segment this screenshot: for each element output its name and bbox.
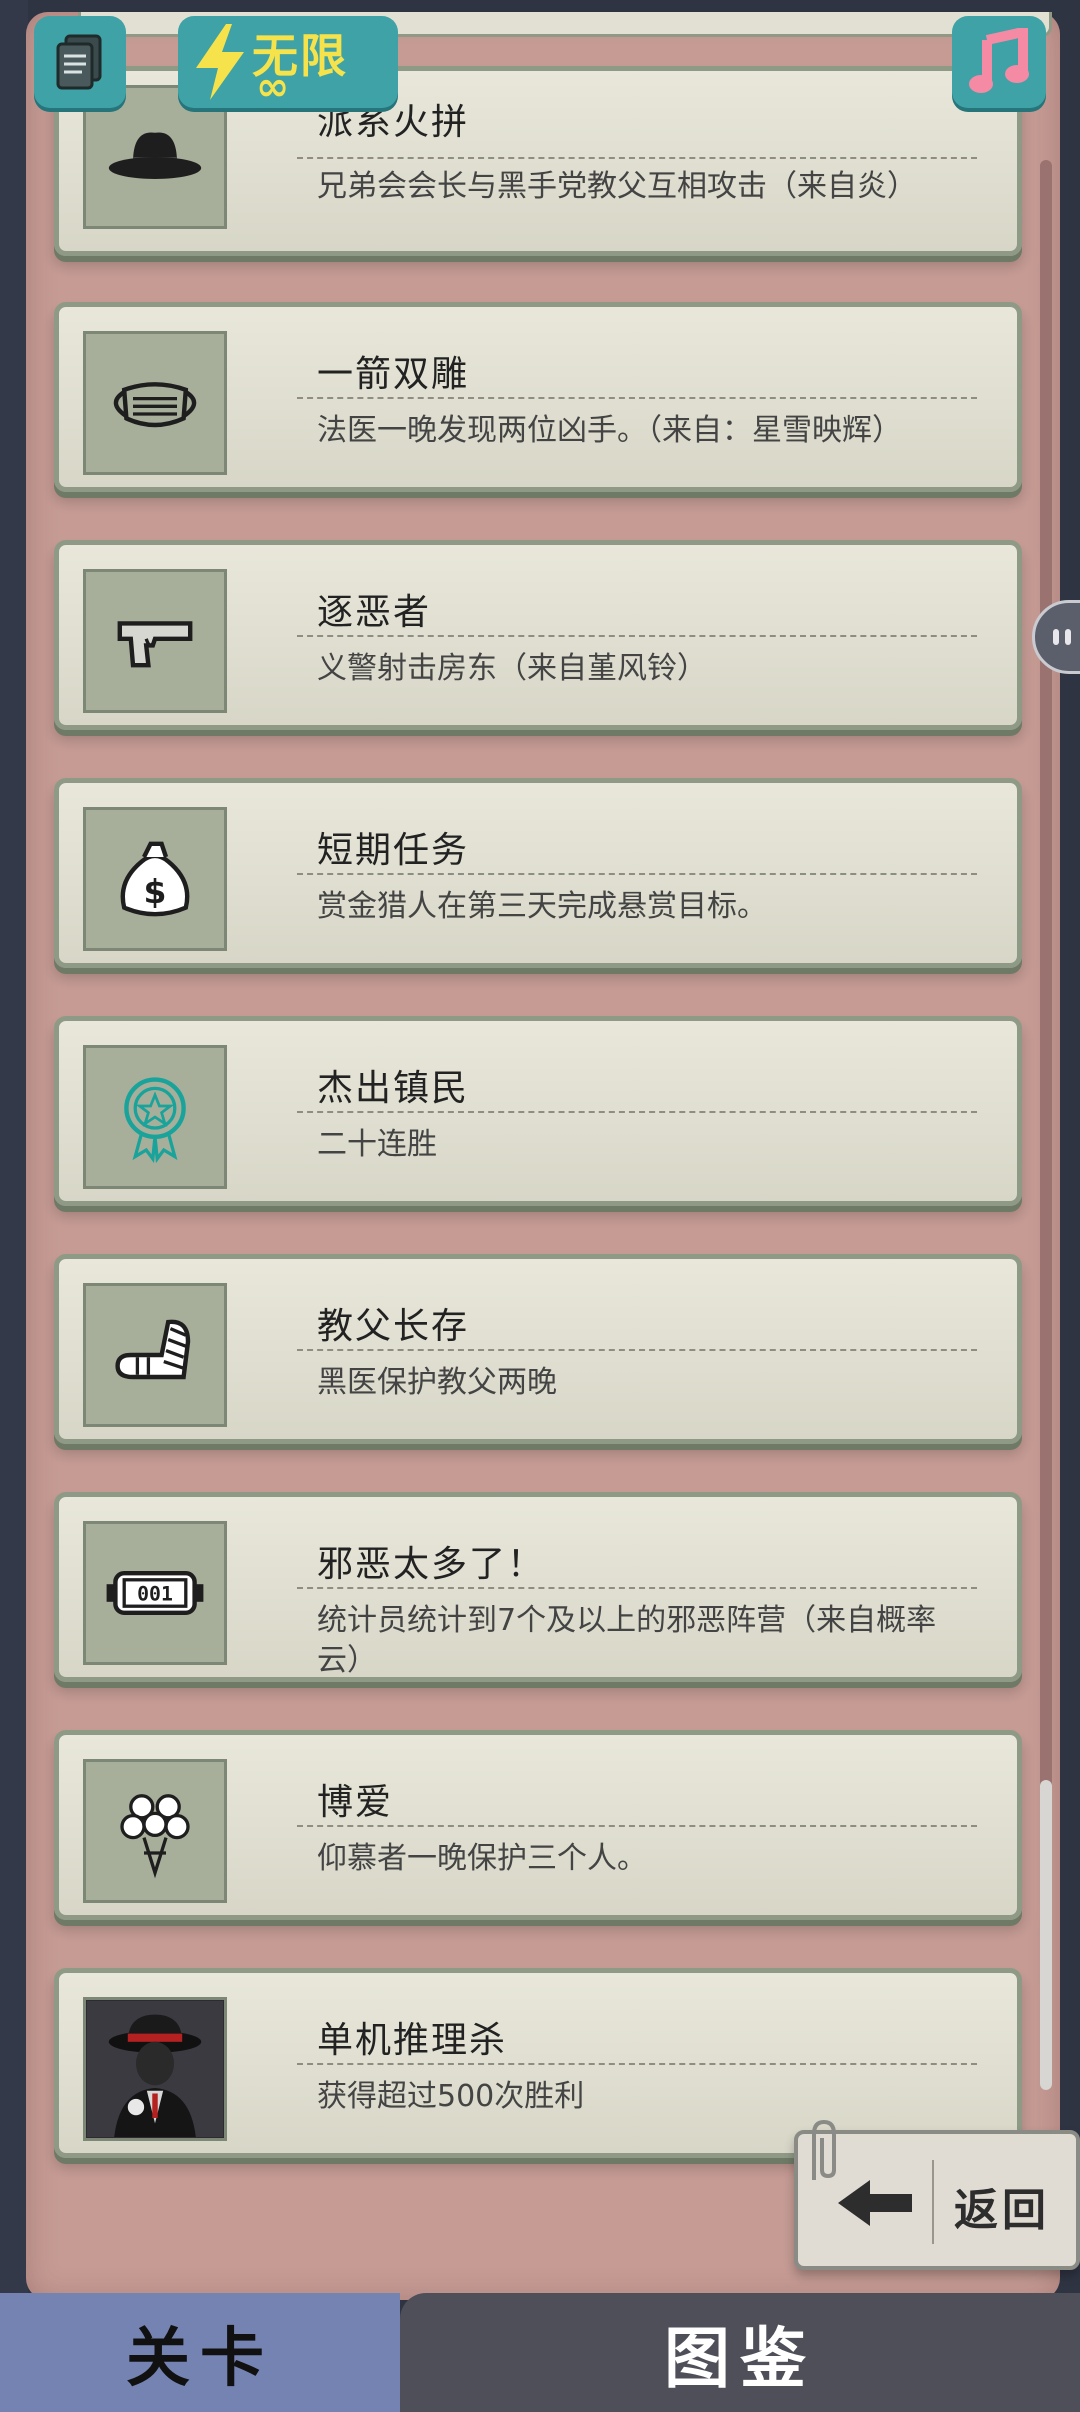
energy-button[interactable]: 无限 ∞ [178,16,398,110]
icon-frame [83,1283,227,1427]
mask-icon [113,382,197,428]
achievement-title: 教父长存 [317,1306,470,1347]
tab-collection[interactable]: 图鉴 [400,2293,1080,2412]
achievement-description: 兄弟会会长与黑手党教父互相攻击（来自炎） [317,169,917,204]
document-icon [56,34,102,90]
achievement-title: 短期任务 [317,830,470,871]
achievement-description: 黑医保护教父两晚 [317,1365,557,1400]
achievement-card: 一箭双雕 法医一晚发现两位凶手。（来自：星雪映辉） [54,302,1022,492]
divider [297,1825,977,1827]
achievement-description: 获得超过500次胜利 [317,2079,585,2114]
achievement-description: 仰慕者一晚保护三个人。 [317,1841,647,1876]
achievement-description: 统计员统计到7个及以上的邪恶阵营（来自概率云） [317,1603,937,1678]
handle-icon [1053,629,1071,645]
achievement-card: 逐恶者 义警射击房东（来自堇风铃） [54,540,1022,730]
bandaged-arm-icon [115,1319,191,1380]
bouquet-icon [120,1794,190,1879]
divider [297,635,977,637]
achievement-title: 单机推理杀 [317,2020,508,2061]
counter-icon: 001 [106,1571,204,1615]
achievement-title: 邪恶太多了！ [317,1544,546,1585]
icon-frame: 001 [83,1521,227,1665]
divider [297,873,977,875]
divider [297,1587,977,1589]
divider [297,1349,977,1351]
back-label: 返回 [954,2185,1050,2236]
divider [297,397,977,399]
icon-frame [83,331,227,475]
divider [932,2160,934,2244]
achievement-description: 法医一晚发现两位凶手。（来自：星雪映辉） [317,413,902,448]
achievement-title: 逐恶者 [317,592,432,633]
backdrop [0,0,28,2300]
counter-text: 001 [137,1583,173,1606]
tab-levels[interactable]: 关卡 [0,2293,400,2412]
divider [297,1111,977,1113]
icon-frame [83,569,227,713]
scrollbar-thumb[interactable] [1040,1780,1052,2090]
achievement-card: 博爱 仰慕者一晚保护三个人。 [54,1730,1022,1920]
achievement-card: 001 邪恶太多了！ 统计员统计到7个及以上的邪恶阵营（来自概率云） [54,1492,1022,1682]
arrow-left-icon [838,2180,912,2226]
paperclip-icon [812,2119,836,2180]
divider [297,157,977,159]
music-note-icon [969,28,1029,93]
achievement-title: 博爱 [317,1782,394,1823]
icon-frame: $ [83,807,227,951]
achievement-description: 赏金猎人在第三天完成悬赏目标。 [317,889,767,924]
medal-icon [124,1077,186,1164]
pistol-icon [117,621,193,668]
hat-icon [108,132,202,179]
bottom-tab-bar: 关卡 图鉴 [0,2293,1080,2412]
icon-frame [83,1997,227,2141]
achievement-title: 一箭双雕 [317,354,470,395]
achievement-description: 二十连胜 [317,1127,437,1162]
achievement-card: $ 短期任务 赏金猎人在第三天完成悬赏目标。 [54,778,1022,968]
lightning-icon [196,24,244,100]
achievement-title: 杰出镇民 [317,1068,470,1109]
divider [297,2063,977,2065]
icon-frame [83,1759,227,1903]
achievement-card: 教父长存 黑医保护教父两晚 [54,1254,1022,1444]
money-bag-icon: $ [120,841,190,917]
svg-text:$: $ [144,872,167,911]
achievement-description: 义警射击房东（来自堇风铃） [317,651,707,686]
achievement-card: 杰出镇民 二十连胜 [54,1016,1022,1206]
icon-frame [83,1045,227,1189]
notes-button[interactable] [34,16,126,108]
energy-value: ∞ [256,64,290,110]
godfather-portrait-icon [87,2001,223,2137]
music-button[interactable] [952,16,1046,108]
